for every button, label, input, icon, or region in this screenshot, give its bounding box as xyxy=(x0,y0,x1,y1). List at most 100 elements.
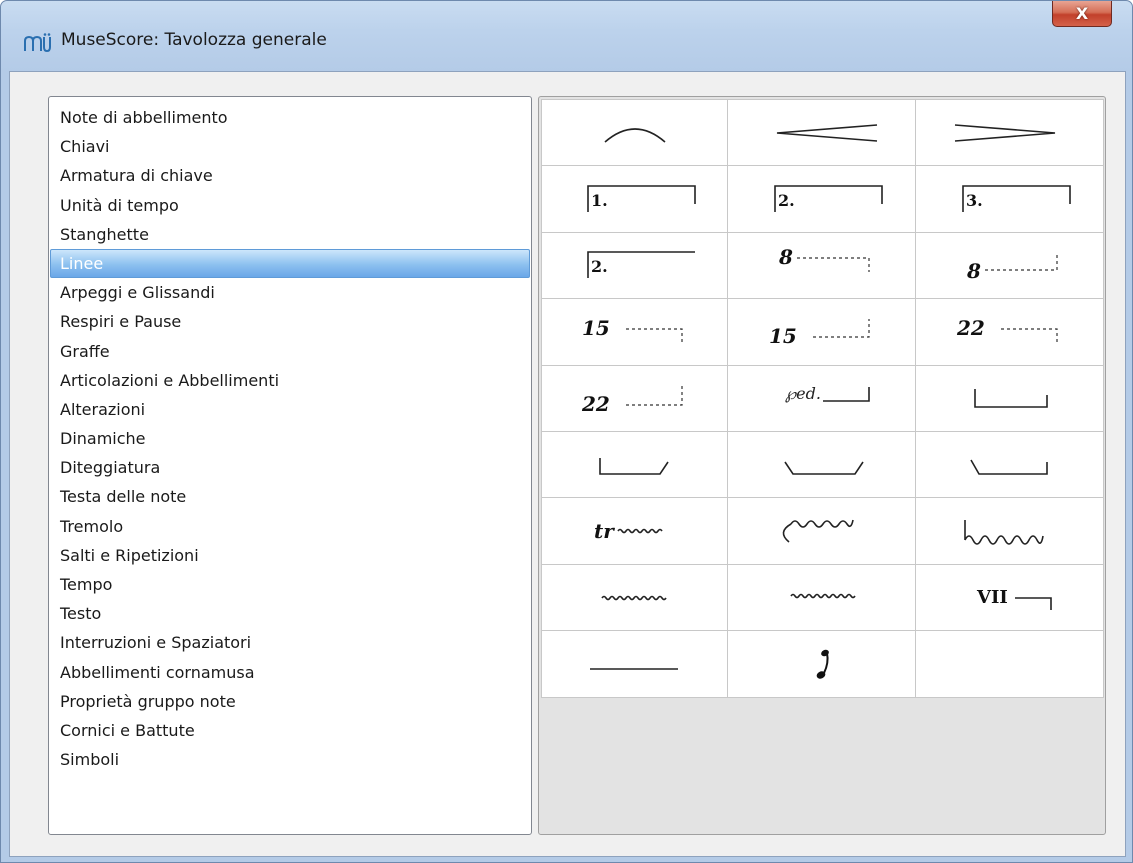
empty-cell xyxy=(935,639,1085,689)
palette-panel: 1. 2. 3. 2. 8 8 15 15 22 22 ℘𝑒𝑑. tr VII xyxy=(538,96,1106,835)
category-item[interactable]: Salti e Ripetizioni xyxy=(50,541,530,570)
title-bar[interactable]: MuseScore: Tavolozza generale X xyxy=(1,1,1132,71)
close-icon: X xyxy=(1075,4,1089,23)
pedal-bracket-angled-end-icon xyxy=(598,457,669,475)
window-title: MuseScore: Tavolozza generale xyxy=(61,30,327,50)
pedal-bracket-icon xyxy=(973,389,1048,409)
category-item[interactable]: Articolazioni e Abbellimenti xyxy=(50,366,530,395)
palette-cell[interactable] xyxy=(542,100,728,167)
palette-cell[interactable]: 22 xyxy=(916,299,1104,366)
svg-text:15: 15 xyxy=(769,324,797,348)
category-item[interactable]: Arpeggi e Glissandi xyxy=(50,278,530,307)
volta-2-open-icon: 2. xyxy=(586,251,695,279)
category-item[interactable]: Alterazioni xyxy=(50,395,530,424)
palette-window: MuseScore: Tavolozza generale X Note di … xyxy=(0,0,1133,863)
palette-cell[interactable] xyxy=(542,431,728,499)
palette-cell[interactable] xyxy=(916,431,1104,499)
palette-cell[interactable] xyxy=(728,431,916,499)
ottava-15ma-icon: 15 xyxy=(582,316,683,345)
palette-cell[interactable] xyxy=(916,365,1104,432)
palette-cell[interactable] xyxy=(542,631,728,698)
crescendo-hairpin-icon xyxy=(776,123,877,142)
ottava-8vb-icon: 8 xyxy=(966,254,1058,283)
svg-text:22: 22 xyxy=(956,316,985,340)
svg-text:℘𝑒𝑑.: ℘𝑒𝑑. xyxy=(785,384,821,403)
text-line-icon xyxy=(589,668,678,670)
palette-cell[interactable]: 1. xyxy=(542,166,728,233)
dialog-body: Note di abbellimento Chiavi Armatura di ch… xyxy=(9,71,1126,857)
palette-cell[interactable]: 15 xyxy=(542,299,728,366)
category-item[interactable]: Proprietà gruppo note xyxy=(50,687,530,716)
category-item[interactable]: Stanghette xyxy=(50,220,530,249)
musescore-app-icon xyxy=(24,33,51,53)
category-item[interactable]: Note di abbellimento xyxy=(50,103,530,132)
prallprall-line-icon xyxy=(600,596,667,601)
category-list[interactable]: Note di abbellimento Chiavi Armatura di ch… xyxy=(48,96,532,835)
svg-text:8: 8 xyxy=(966,259,981,283)
category-item[interactable]: Tempo xyxy=(50,570,530,599)
volta-3-icon: 3. xyxy=(961,185,1071,213)
category-item[interactable]: Dinamiche xyxy=(50,424,530,453)
downprall-line-icon xyxy=(963,520,1044,545)
close-button[interactable]: X xyxy=(1052,1,1112,27)
svg-text:2.: 2. xyxy=(778,191,795,210)
category-item[interactable]: Testo xyxy=(50,599,530,628)
palette-cell[interactable]: 8 xyxy=(916,232,1104,300)
category-item[interactable]: Tremolo xyxy=(50,512,530,541)
category-item[interactable]: Respiri e Pause xyxy=(50,307,530,336)
note-anchored-line-icon xyxy=(816,649,829,679)
svg-text:2.: 2. xyxy=(591,257,608,276)
category-item[interactable]: Unità di tempo xyxy=(50,191,530,220)
palette-cell[interactable]: VII xyxy=(916,564,1104,632)
pedal-bracket-angled-both-icon xyxy=(783,461,864,475)
wavy-line-icon xyxy=(789,594,856,599)
trill-line-icon: tr xyxy=(594,519,663,543)
palette-cell[interactable] xyxy=(728,564,916,632)
pedal-bracket-angled-start-icon xyxy=(969,459,1048,475)
palette-cell[interactable]: tr xyxy=(542,498,728,565)
svg-text:3.: 3. xyxy=(966,191,983,210)
ottava-22mb-icon: 22 xyxy=(581,385,683,416)
svg-text:15: 15 xyxy=(582,316,610,340)
category-item[interactable]: Linee xyxy=(50,248,530,279)
svg-text:tr: tr xyxy=(594,519,615,543)
palette-cell[interactable]: 8 xyxy=(728,232,916,300)
category-item[interactable]: Chiavi xyxy=(50,132,530,161)
volta-2-icon: 2. xyxy=(773,185,883,213)
palette-cell[interactable] xyxy=(728,100,916,167)
palette-cell[interactable]: 15 xyxy=(728,299,916,366)
svg-text:1.: 1. xyxy=(591,191,608,210)
palette-cell[interactable] xyxy=(728,498,916,565)
category-item[interactable]: Testa delle note xyxy=(50,482,530,511)
slur-icon xyxy=(603,128,666,143)
palette-cell[interactable]: ℘𝑒𝑑. xyxy=(728,365,916,432)
svg-text:VII: VII xyxy=(976,587,1008,608)
palette-grid: 1. 2. 3. 2. 8 8 15 15 22 22 ℘𝑒𝑑. tr VII xyxy=(541,99,1104,698)
diminuendo-hairpin-icon xyxy=(954,123,1055,142)
palette-cell[interactable]: 2. xyxy=(728,166,916,233)
ottava-15mb-icon: 15 xyxy=(769,318,870,348)
category-item[interactable]: Interruzioni e Spaziatori xyxy=(50,628,530,657)
palette-cell[interactable]: 3. xyxy=(916,166,1104,233)
category-item[interactable]: Cornici e Battute xyxy=(50,716,530,745)
string-number-line-icon: VII xyxy=(976,587,1052,611)
svg-text:8: 8 xyxy=(778,245,793,269)
category-item[interactable]: Simboli xyxy=(50,745,530,774)
palette-cell[interactable] xyxy=(542,564,728,632)
palette-cell[interactable] xyxy=(728,631,916,698)
palette-cell[interactable] xyxy=(916,498,1104,565)
palette-cell[interactable] xyxy=(916,631,1104,698)
category-item[interactable]: Armatura di chiave xyxy=(50,161,530,190)
palette-cell[interactable]: 22 xyxy=(542,365,728,432)
pedal-line-icon: ℘𝑒𝑑. xyxy=(785,384,870,403)
palette-cell[interactable]: 2. xyxy=(542,232,728,300)
category-item[interactable]: Graffe xyxy=(50,337,530,366)
palette-cell[interactable] xyxy=(916,100,1104,167)
ottava-22ma-icon: 22 xyxy=(956,316,1058,345)
upprall-line-icon xyxy=(782,519,854,543)
volta-1-icon: 1. xyxy=(586,185,696,213)
svg-text:22: 22 xyxy=(581,392,610,416)
category-item[interactable]: Diteggiatura xyxy=(50,453,530,482)
category-item[interactable]: Abbellimenti cornamusa xyxy=(50,658,530,687)
ottava-8va-icon: 8 xyxy=(778,245,870,273)
